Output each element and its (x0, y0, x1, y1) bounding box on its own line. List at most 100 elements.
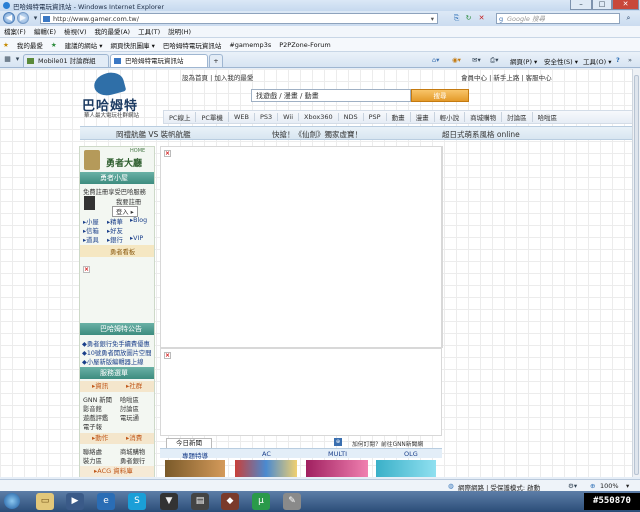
mail-icon[interactable]: ✉▾ (472, 56, 481, 64)
link-house[interactable]: ▸小屋 (83, 217, 99, 226)
new-tab-button[interactable]: + (209, 54, 223, 67)
service-forum[interactable]: 討論區 (120, 404, 139, 413)
search-input[interactable]: g Google 搜尋 (496, 13, 620, 24)
start-button[interactable] (4, 493, 20, 509)
service-tab-community[interactable]: ▸社群 (126, 381, 142, 392)
news-thumbnail[interactable] (376, 460, 436, 477)
search-go-icon[interactable]: ⌕ (624, 14, 633, 23)
tab-bahamut[interactable]: 巴哈姆特電玩資訊站 (110, 54, 208, 67)
news-item-2[interactable]: 快搶！《仙劍》獨家虛寶！ (272, 129, 362, 140)
service-hala[interactable]: 哈啦區 (120, 395, 139, 404)
compatibility-icon[interactable]: ⎘ (452, 14, 461, 23)
service-gnn[interactable]: GNN 新聞 (83, 395, 112, 404)
cat-psp[interactable]: PSP (364, 113, 387, 121)
news-thumbnail[interactable] (235, 460, 297, 477)
menu-favorites[interactable]: 我的最愛(A) (95, 26, 131, 38)
refresh-icon[interactable]: ↻ (464, 14, 473, 23)
safety-menu[interactable]: 安全性(S) ▾ (544, 56, 578, 66)
service-bank[interactable]: 勇者銀行 (120, 456, 145, 465)
acg-database[interactable]: ▸ACG 資料庫 (80, 466, 154, 477)
minimize-button[interactable]: – (570, 0, 592, 10)
service-tab-action[interactable]: ▸動作 (92, 433, 108, 444)
service-shop[interactable]: 商城購物 (120, 447, 145, 456)
video-app-icon[interactable]: ▤ (191, 493, 209, 510)
service-tab-shopping[interactable]: ▸消費 (126, 433, 142, 444)
fav-item-webslice[interactable]: 網頁快訊圖庫 ▾ (111, 40, 155, 50)
media-player-icon[interactable]: ▶ (66, 493, 84, 510)
notice-1[interactable]: ◆勇者銀行免手續費優惠 (82, 339, 150, 348)
vertical-scrollbar[interactable] (632, 69, 640, 477)
stop-icon[interactable]: ✕ (477, 14, 486, 23)
site-search-button[interactable]: 搜尋 (411, 89, 469, 102)
cat-forum[interactable]: 討論區 (502, 112, 533, 122)
notice-2[interactable]: ◆10號勇者開放圖片空間 (82, 348, 152, 357)
section-multi[interactable]: MULTI (328, 450, 347, 458)
link-items[interactable]: ▸道具 (83, 235, 99, 244)
gnn-link[interactable]: 加何訂閱？前往GNN新聞網 (352, 439, 423, 448)
maximize-button[interactable]: □ (592, 0, 612, 10)
site-search-input[interactable]: 找遊戲 / 漫畫 / 動畫 (251, 89, 411, 102)
cat-wii[interactable]: Wii (278, 113, 300, 121)
login-button[interactable]: 登入 ▸ (112, 206, 138, 217)
home-icon[interactable]: ⌂▾ (432, 56, 439, 64)
notice-3[interactable]: ◆小屋新版編輯器上線 (82, 357, 144, 366)
top-links[interactable]: 設為首頁 | 加入我的最愛 (182, 72, 253, 82)
fav-item-gamemp3s[interactable]: #gamemp3s (229, 41, 271, 49)
section-ac[interactable]: AC (262, 450, 271, 458)
tab-list-icon[interactable]: ▾ (13, 55, 22, 64)
menu-edit[interactable]: 編輯(E) (34, 26, 56, 38)
skype-icon[interactable]: S (128, 493, 146, 510)
cat-pc-single[interactable]: PC單機 (196, 112, 229, 122)
cat-shop[interactable]: 商城購物 (465, 112, 503, 122)
explorer-icon[interactable]: ▭ (36, 493, 54, 510)
favorites-button[interactable]: 我的最愛 (17, 40, 43, 50)
fav-item-bahamut[interactable]: 巴哈姆特電玩資訊站 (163, 40, 222, 50)
page-menu[interactable]: 網頁(P) ▾ (510, 56, 537, 66)
help-icon[interactable]: ? (616, 56, 620, 64)
feeds-icon[interactable]: ◉▾ (452, 56, 461, 64)
cat-pc-online[interactable]: PC線上 (164, 112, 197, 122)
service-video[interactable]: 影音館 (83, 404, 102, 413)
service-power[interactable]: 裝力區 (83, 456, 102, 465)
news-item-1[interactable]: 岡禮航艦 VS 裝帆航艦 (116, 129, 191, 140)
section-olg[interactable]: OLG (404, 450, 418, 458)
scrollbar-thumb[interactable] (634, 75, 639, 475)
news-item-3[interactable]: 超日式萌系風格 online (442, 129, 520, 140)
tab-mobile01[interactable]: Mobile01 討論群組 (23, 54, 109, 67)
menu-help[interactable]: 說明(H) (168, 26, 191, 38)
internet-explorer-icon[interactable]: e (97, 493, 115, 510)
service-gamepass[interactable]: 電玩通 (120, 413, 139, 422)
fav-item-p2pzone[interactable]: P2PZone-Forum (279, 41, 330, 49)
menu-tools[interactable]: 工具(T) (138, 26, 160, 38)
service-newsletter[interactable]: 電子報 (83, 422, 102, 431)
zoom-level[interactable]: 100% (600, 482, 619, 490)
menu-file[interactable]: 檔案(F) (4, 26, 26, 38)
news-thumbnail[interactable] (165, 460, 225, 477)
cat-web[interactable]: WEB (229, 113, 255, 121)
register-link[interactable]: 我要註冊 (116, 197, 141, 206)
cat-ps3[interactable]: PS3 (255, 113, 279, 121)
cat-novel[interactable]: 輕小說 (435, 112, 466, 122)
add-favorite-icon[interactable]: ★ (51, 41, 57, 49)
app-icon[interactable]: ▼ (160, 493, 178, 510)
top-links-right[interactable]: 會員中心 | 新手上路 | 客服中心 (461, 72, 552, 82)
tool-app-icon[interactable]: ✎ (283, 493, 301, 510)
brave-hall-title[interactable]: 勇者大廳 (106, 156, 142, 169)
link-best[interactable]: ▸精華 (107, 217, 123, 226)
quick-tabs-icon[interactable]: ▦ (3, 55, 12, 64)
link-bank[interactable]: ▸銀行 (107, 235, 123, 244)
more-icon[interactable]: » (628, 56, 632, 64)
zoom-dropdown-icon[interactable]: ▾ (626, 482, 629, 490)
utorrent-icon[interactable]: µ (252, 493, 270, 510)
cat-nds[interactable]: NDS (339, 113, 364, 121)
today-news-tab[interactable]: 今日新聞 (166, 438, 212, 448)
menu-view[interactable]: 檢視(V) (64, 26, 87, 38)
link-friends[interactable]: ▸好友 (107, 226, 123, 235)
link-vip[interactable]: ▸VIP (130, 235, 143, 242)
service-tab-info[interactable]: ▸資訊 (92, 381, 108, 392)
cat-comic[interactable]: 漫畫 (411, 112, 435, 122)
link-mail[interactable]: ▸信箱 (83, 226, 99, 235)
game-app-icon[interactable]: ◆ (221, 493, 239, 510)
forward-button[interactable]: ▶ (17, 12, 29, 24)
print-icon[interactable]: ⎙▾ (490, 56, 498, 65)
